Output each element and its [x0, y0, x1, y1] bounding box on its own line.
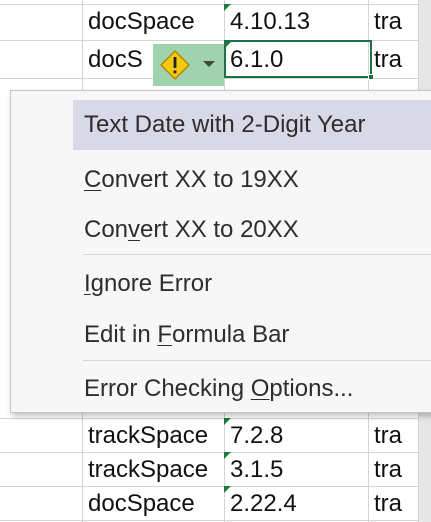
- menu-item-ignore-error[interactable]: Ignore Error: [73, 259, 431, 309]
- menu-item-convert-20xx[interactable]: Convert XX to 20XX: [73, 205, 431, 255]
- error-indicator: [224, 4, 231, 11]
- cell-product[interactable]: docSpace: [82, 486, 224, 522]
- cell-extra[interactable]: tra: [368, 418, 418, 454]
- menu-separator: [83, 360, 431, 361]
- error-indicator: [224, 452, 231, 459]
- cell-version-text: 7.2.8: [230, 422, 284, 449]
- access-key: I: [84, 270, 91, 297]
- error-indicator: [224, 486, 231, 493]
- label-part: gnore Error: [90, 270, 213, 297]
- access-key: v: [128, 216, 141, 243]
- cell-version[interactable]: 2.22.4: [224, 486, 368, 522]
- label-part: onvert XX to 19XX: [101, 166, 299, 193]
- menu-item-error-checking-options[interactable]: Error Checking Options...: [73, 364, 431, 414]
- label-part: ormula Bar: [172, 321, 290, 348]
- fill-handle[interactable]: [368, 74, 374, 80]
- cell-version[interactable]: 7.2.8: [224, 418, 368, 454]
- cell-product[interactable]: trackSpace: [82, 418, 224, 454]
- access-key: C: [84, 166, 102, 193]
- access-key: F: [157, 321, 173, 348]
- chevron-down-icon: [203, 61, 215, 67]
- menu-separator: [83, 254, 431, 255]
- menu-item-edit-formula-bar[interactable]: Edit in Formula Bar: [73, 310, 431, 360]
- cell-version[interactable]: 4.10.13: [224, 4, 368, 40]
- error-options-menu: Text Date with 2-Digit Year Convert XX t…: [10, 90, 431, 413]
- cell-product[interactable]: trackSpace: [82, 452, 224, 488]
- menu-item-convert-19xx[interactable]: Convert XX to 19XX: [73, 155, 431, 205]
- cell-extra[interactable]: tra: [368, 452, 418, 488]
- label-part: Edit in: [84, 321, 158, 348]
- cell-extra[interactable]: tra: [368, 4, 418, 40]
- cell-version-text: 3.1.5: [230, 456, 284, 483]
- menu-header-error-type: Text Date with 2-Digit Year: [73, 100, 431, 150]
- cell-version-text: 2.22.4: [230, 490, 297, 517]
- cell-version-text: 4.10.13: [230, 8, 311, 35]
- selected-cell-border: [224, 40, 374, 80]
- label-part: ptions...: [269, 375, 354, 402]
- error-indicator: [224, 418, 231, 425]
- cell-version[interactable]: 3.1.5: [224, 452, 368, 488]
- cell-extra[interactable]: tra: [368, 42, 418, 78]
- cell-product[interactable]: docSpace: [82, 4, 224, 40]
- warning-icon: [159, 49, 191, 81]
- label-part: Error Checking: [84, 375, 251, 402]
- cell-extra[interactable]: tra: [368, 486, 418, 522]
- label-part: Con: [84, 216, 129, 243]
- label-part: ert XX to 20XX: [140, 216, 299, 243]
- error-smart-tag-button[interactable]: [153, 44, 224, 86]
- access-key: O: [250, 375, 270, 402]
